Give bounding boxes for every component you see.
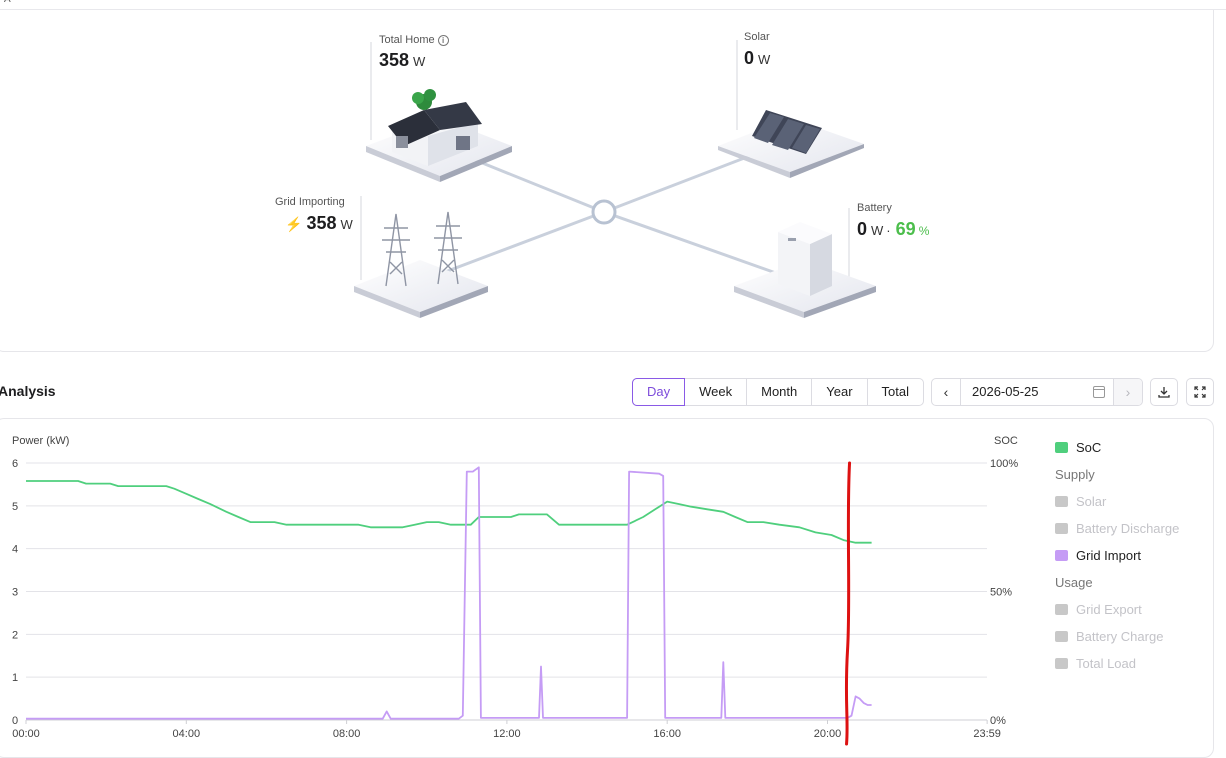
legend-item-soc[interactable]: SoC [1055,434,1225,461]
legend-swatch [1055,631,1068,642]
x-tick-labels: 00:00 04:00 08:00 12:00 16:00 20:00 23:59 [12,720,1001,740]
y-tick-label: 4 [12,544,18,556]
legend-item-grid-import[interactable]: Grid Import [1055,542,1225,569]
chart-legend: SoC Supply Solar Battery Discharge Grid Impo… [1055,434,1225,677]
y2-tick-labels: 0% 50% 100% [990,458,1018,727]
legend-swatch [1055,550,1068,561]
legend-item-grid-export[interactable]: Grid Export [1055,596,1225,623]
x-tick-label: 20:00 [814,728,842,740]
legend-heading: Usage [1055,575,1093,590]
legend-swatch [1055,442,1068,453]
x-tick-label: 12:00 [493,728,521,740]
legend-label: Battery Discharge [1076,521,1180,536]
legend-swatch [1055,604,1068,615]
x-tick-label: 23:59 [973,728,1001,740]
y2-axis-label: SOC [994,435,1018,447]
legend-item-total-load[interactable]: Total Load [1055,650,1225,677]
legend-label: Solar [1076,494,1107,509]
y-tick-labels: 0 1 2 3 4 5 6 [12,458,18,727]
x-tick-label: 04:00 [173,728,201,740]
legend-item-solar[interactable]: Solar [1055,488,1225,515]
legend-label: Battery Charge [1076,629,1164,644]
y-tick-label: 3 [12,587,18,599]
y-tick-label: 6 [12,458,18,470]
y-tick-label: 5 [12,501,18,513]
y-axis-label: Power (kW) [12,435,69,447]
series-line-soc [26,480,872,544]
series-line-grid-import [26,466,872,720]
x-tick-label: 08:00 [333,728,361,740]
x-tick-label: 16:00 [653,728,681,740]
y-tick-label: 2 [12,629,18,641]
y2-tick-label: 100% [990,458,1018,470]
legend-label: Grid Import [1076,548,1142,563]
legend-heading: Supply [1055,467,1095,482]
legend-item-battery-charge[interactable]: Battery Charge [1055,623,1225,650]
legend-label: Total Load [1076,656,1136,671]
red-annotation-marker [844,461,852,746]
legend-label: Grid Export [1076,602,1142,617]
y2-tick-label: 50% [990,587,1012,599]
y2-tick-label: 0% [990,715,1006,727]
legend-swatch [1055,496,1068,507]
legend-swatch [1055,523,1068,534]
legend-swatch [1055,658,1068,669]
legend-item-battery-discharge[interactable]: Battery Discharge [1055,515,1225,542]
x-tick-label: 00:00 [12,728,40,740]
power-chart: Power (kW) SOC 0 1 2 3 4 5 6 0% 50% 100% 00:00 04… [12,435,1018,746]
chart-series [26,466,872,720]
y-tick-label: 1 [12,672,18,684]
y-tick-label: 0 [12,715,18,727]
gridlines [26,462,987,721]
legend-label: SoC [1076,440,1102,455]
